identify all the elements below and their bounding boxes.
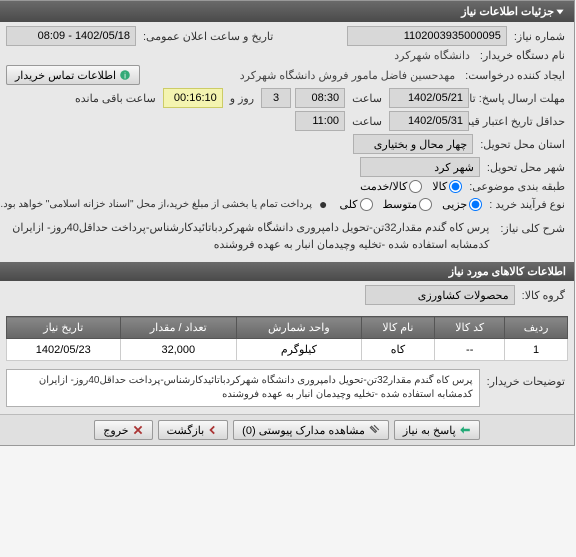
saat-label-1: ساعت [350,92,386,105]
buyer-name-label: نام دستگاه خریدار: [478,49,569,62]
process-group: جزیی متوسط کلی [341,198,484,211]
col-name: نام کالا [362,317,436,339]
buyer-notes-label: توضیحات خریدار: [485,369,569,388]
delivery-city: شهر کرد [361,157,481,177]
radio-full-input[interactable] [361,198,374,211]
summary-text: پرس کاه گندم مقدار32تن-تحویل دامپروری دا… [7,218,494,255]
contact-buyer-label: اطلاعات تماس خریدار [16,69,117,82]
radio-medium[interactable]: متوسط [384,198,434,211]
remaining-time: 00:16:10 [164,88,224,108]
payment-dot: ● [320,196,328,212]
col-code: کد کالا [436,317,506,339]
footer-bar: پاسخ به نیاز مشاهده مدارک پیوستی (0) باز… [1,414,575,445]
table-header-row: ردیف کد کالا نام کالا واحد شمارش تعداد /… [8,317,569,339]
items-table: ردیف کد کالا نام کالا واحد شمارش تعداد /… [7,316,569,361]
attach-icon [369,424,381,436]
cell-name: کاه [362,339,436,361]
days-value: 3 [262,88,292,108]
credit-time: 11:00 [296,111,346,131]
attachments-button[interactable]: مشاهده مدارک پیوستی (0) [234,420,390,440]
contact-buyer-button[interactable]: i اطلاعات تماس خریدار [7,65,141,85]
window-title-bar: جزئیات اطلاعات نیاز [1,1,575,22]
requester-label: ایجاد کننده درخواست: [463,69,569,82]
cell-code: -- [436,339,506,361]
delivery-city-label: شهر محل تحویل: [485,161,569,174]
process-label: نوع فرآیند خرید : [487,198,569,211]
goods-service-group: کالا کالا/خدمت [361,180,463,193]
saat-label-2: ساعت [350,115,386,128]
need-no-label: شماره نیاز: [512,30,569,43]
remain-label: ساعت باقی مانده [73,92,160,105]
reply-deadline-label: مهلت ارسال پاسخ: تا تاریخ: [474,92,569,105]
group-label: گروه کالا: [520,289,569,302]
radio-full[interactable]: کلی [341,198,374,211]
window-title: جزئیات اطلاعات نیاز [462,5,555,18]
col-qty: تعداد / مقدار [121,317,238,339]
radio-medium-input[interactable] [420,198,433,211]
col-row: ردیف [506,317,569,339]
chevron-icon [555,6,567,18]
svg-text:i: i [125,71,127,81]
back-icon [208,424,220,436]
col-unit: واحد شمارش [238,317,363,339]
announce-value: 1402/05/18 - 08:09 [7,26,137,46]
buyer-name-value: دانشگاه شهرکرد [392,49,474,62]
items-header-title: اطلاعات کالاهای مورد نیاز [450,266,567,278]
credit-deadline-label: حداقل تاریخ اعتبار قیمت تا تاریخ: [474,115,569,128]
reply-date: 1402/05/21 [390,88,470,108]
radio-service[interactable]: کالا/خدمت [361,180,423,193]
payment-note: پرداخت تمام یا بخشی از مبلغ خرید،از محل … [0,199,316,210]
days-label: روز و [228,92,258,105]
radio-partial[interactable]: جزیی [443,198,483,211]
budget-label: طبقه بندی موضوعی: [467,180,569,193]
cell-row: 1 [506,339,569,361]
items-header-bar: اطلاعات کالاهای مورد نیاز [1,262,575,281]
requester-value: مهدحسین فاضل مامور فروش دانشگاه شهرکرد [238,69,459,82]
col-date: تاریخ نیاز [8,317,122,339]
radio-partial-input[interactable] [470,198,483,211]
reply-button[interactable]: پاسخ به نیاز [395,420,481,440]
exit-button[interactable]: خروج [95,420,153,440]
cell-qty: 32,000 [121,339,238,361]
group-value: محصولات کشاورزی [366,285,516,305]
delivery-province: چهار محال و بختیاری [354,134,474,154]
buyer-notes-text: پرس کاه گندم مقدار32تن-تحویل دامپروری دا… [7,369,481,407]
radio-goods-input[interactable] [450,180,463,193]
exit-icon [133,424,145,436]
delivery-loc-label: استان محل تحویل: [478,138,569,151]
announce-label: تاریخ و ساعت اعلان عمومی: [141,30,277,43]
cell-unit: کیلوگرم [238,339,363,361]
reply-icon [460,424,472,436]
radio-goods[interactable]: کالا [433,180,463,193]
reply-time: 08:30 [296,88,346,108]
credit-date: 1402/05/31 [390,111,470,131]
need-no-value: 1102003935000095 [348,26,508,46]
back-button[interactable]: بازگشت [159,420,230,440]
items-table-wrap: ردیف کد کالا نام کالا واحد شمارش تعداد /… [1,312,575,365]
info-icon: i [120,69,132,81]
radio-service-input[interactable] [410,180,423,193]
table-row[interactable]: 1 -- کاه کیلوگرم 32,000 1402/05/23 [8,339,569,361]
cell-date: 1402/05/23 [8,339,122,361]
summary-label: شرح کلی نیاز: [498,218,569,235]
